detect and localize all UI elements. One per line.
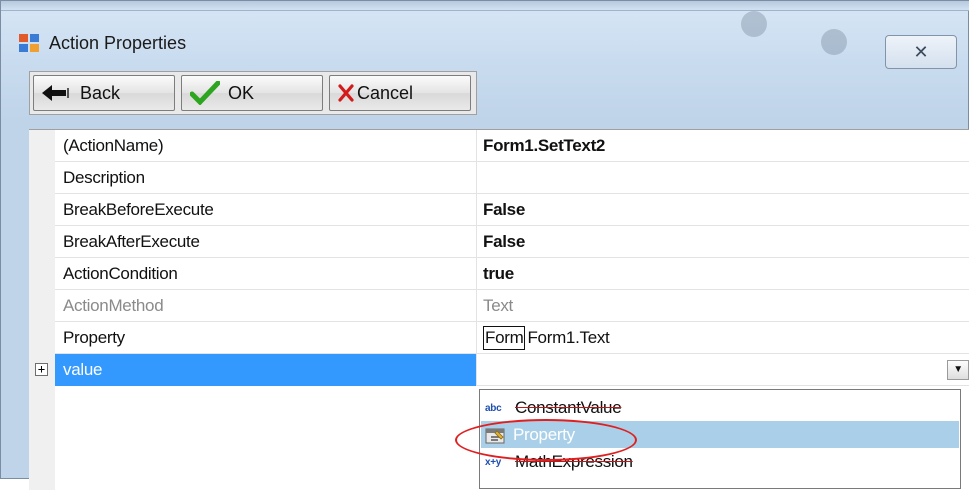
property-name: Description (55, 162, 477, 194)
property-name: BreakBeforeExecute (55, 194, 477, 226)
property-icon (485, 428, 505, 444)
dropdown-item-property[interactable]: Property (481, 421, 959, 448)
property-name: ActionCondition (55, 258, 477, 290)
property-name: Property (55, 322, 477, 354)
property-name: ActionMethod (55, 290, 477, 322)
value-type-dropdown-list: abc ConstantValue Property x+y MathExpress… (479, 389, 961, 489)
dropdown-item-label: MathExpression (515, 452, 633, 471)
property-value-text: Form1.Text (527, 328, 610, 347)
grid-gutter (29, 130, 55, 490)
property-value[interactable]: Form Form1.Text (479, 322, 969, 354)
property-row[interactable]: BreakBeforeExecute False (55, 194, 969, 226)
property-row-selected[interactable]: value ▼ (55, 354, 969, 386)
property-value[interactable]: False (479, 226, 969, 258)
property-row[interactable]: (ActionName) Form1.SetText2 (55, 130, 969, 162)
property-name: value (55, 354, 477, 386)
property-row[interactable]: BreakAfterExecute False (55, 226, 969, 258)
property-row[interactable]: ActionMethod Text (55, 290, 969, 322)
app-icon (19, 34, 39, 52)
expand-plus-icon[interactable]: + (35, 363, 48, 376)
constant-abc-icon: abc (485, 403, 502, 415)
cancel-label: Cancel (357, 82, 414, 103)
ok-button[interactable]: OK (181, 75, 323, 111)
math-xy-icon: x+y (485, 457, 502, 469)
property-name: (ActionName) (55, 130, 477, 162)
dropdown-toggle-button[interactable]: ▼ (947, 360, 969, 380)
property-name: BreakAfterExecute (55, 226, 477, 258)
property-row[interactable]: Description (55, 162, 969, 194)
window-title: Action Properties (49, 32, 187, 53)
dropdown-item-mathexpression[interactable]: x+y MathExpression (481, 448, 959, 475)
checkmark-icon (190, 81, 220, 105)
back-arrow-icon (42, 85, 69, 101)
dropdown-item-label: ConstantValue (515, 398, 622, 417)
dropdown-item-label: Property (513, 425, 575, 444)
property-value[interactable]: Form1.SetText2 (479, 130, 969, 162)
ok-label: OK (228, 82, 255, 103)
property-value[interactable]: true (479, 258, 969, 290)
close-icon: ✕ (913, 41, 929, 62)
property-source-box: Form (483, 326, 526, 350)
back-button[interactable]: Back (33, 75, 175, 111)
property-value[interactable]: Text (479, 290, 969, 322)
action-properties-window: Action Properties ✕ Back OK Cancel (Acti… (0, 0, 969, 490)
property-value[interactable]: False (479, 194, 969, 226)
close-button[interactable]: ✕ (885, 35, 957, 69)
property-row[interactable]: ActionCondition true (55, 258, 969, 290)
toolbar: Back OK Cancel (29, 71, 477, 115)
property-value[interactable] (479, 162, 969, 194)
cancel-x-icon (338, 84, 354, 102)
cancel-button[interactable]: Cancel (329, 75, 471, 111)
property-row[interactable]: Property Form Form1.Text (55, 322, 969, 354)
dropdown-item-constantvalue[interactable]: abc ConstantValue (481, 394, 959, 421)
title-bar: Action Properties ✕ (11, 23, 961, 69)
back-label: Back (80, 82, 121, 103)
chevron-down-icon: ▼ (953, 364, 963, 375)
property-value[interactable]: ▼ (479, 354, 969, 386)
